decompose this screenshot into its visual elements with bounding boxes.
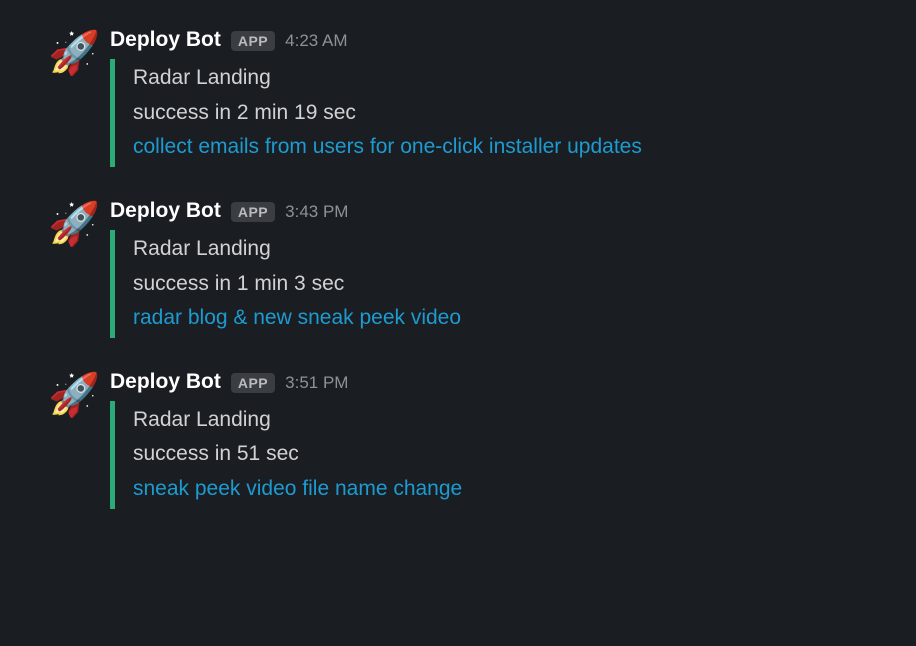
- attachment: Radar Landing success in 2 min 19 sec co…: [110, 59, 868, 167]
- rocket-icon: 🚀: [48, 29, 100, 76]
- rocket-icon: 🚀: [48, 371, 100, 418]
- app-badge: APP: [231, 373, 275, 393]
- avatar[interactable]: 🚀: [48, 32, 96, 80]
- attachment-status: success in 51 sec: [133, 437, 868, 472]
- attachment-status: success in 1 min 3 sec: [133, 267, 868, 302]
- attachment-title: Radar Landing: [133, 61, 868, 96]
- app-badge: APP: [231, 202, 275, 222]
- message-content: Deploy Bot APP 4:23 AM Radar Landing suc…: [110, 28, 868, 167]
- timestamp[interactable]: 3:43 PM: [285, 202, 348, 222]
- attachment: Radar Landing success in 51 sec sneak pe…: [110, 401, 868, 509]
- message-header: Deploy Bot APP 3:43 PM: [110, 199, 868, 223]
- avatar[interactable]: 🚀: [48, 374, 96, 422]
- attachment-link[interactable]: collect emails from users for one-click …: [133, 130, 868, 165]
- message-content: Deploy Bot APP 3:51 PM Radar Landing suc…: [110, 370, 868, 509]
- attachment-status: success in 2 min 19 sec: [133, 96, 868, 131]
- message-header: Deploy Bot APP 4:23 AM: [110, 28, 868, 52]
- app-badge: APP: [231, 31, 275, 51]
- avatar[interactable]: 🚀: [48, 203, 96, 251]
- rocket-icon: 🚀: [48, 200, 100, 247]
- message-header: Deploy Bot APP 3:51 PM: [110, 370, 868, 394]
- message-content: Deploy Bot APP 3:43 PM Radar Landing suc…: [110, 199, 868, 338]
- timestamp[interactable]: 4:23 AM: [285, 31, 347, 51]
- sender-name[interactable]: Deploy Bot: [110, 199, 221, 223]
- message: 🚀 Deploy Bot APP 4:23 AM Radar Landing s…: [48, 28, 868, 167]
- attachment-title: Radar Landing: [133, 403, 868, 438]
- timestamp[interactable]: 3:51 PM: [285, 373, 348, 393]
- attachment-link[interactable]: sneak peek video file name change: [133, 472, 868, 507]
- message: 🚀 Deploy Bot APP 3:43 PM Radar Landing s…: [48, 199, 868, 338]
- attachment: Radar Landing success in 1 min 3 sec rad…: [110, 230, 868, 338]
- sender-name[interactable]: Deploy Bot: [110, 28, 221, 52]
- message: 🚀 Deploy Bot APP 3:51 PM Radar Landing s…: [48, 370, 868, 509]
- sender-name[interactable]: Deploy Bot: [110, 370, 221, 394]
- attachment-link[interactable]: radar blog & new sneak peek video: [133, 301, 868, 336]
- attachment-title: Radar Landing: [133, 232, 868, 267]
